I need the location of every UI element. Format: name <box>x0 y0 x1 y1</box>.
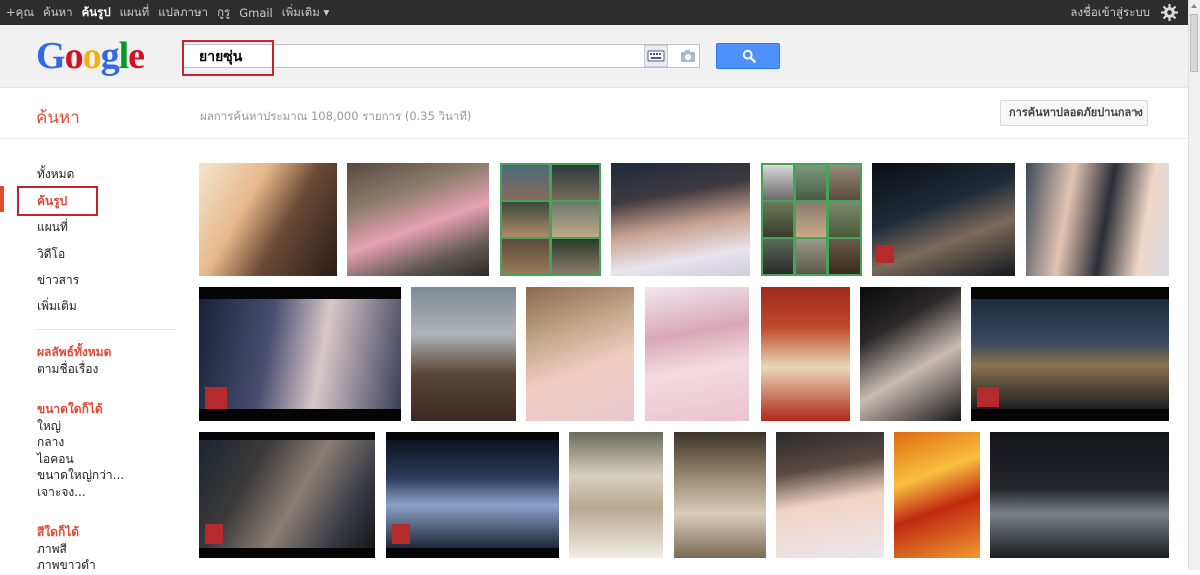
nav-images[interactable]: ค้นรูป <box>82 4 111 22</box>
image-result[interactable] <box>199 432 375 558</box>
logo-letter: g <box>100 35 120 77</box>
top-nav-links: +คุณ ค้นหา ค้นรูป แผนที่ แปลภาษา กูรู Gm… <box>6 0 338 25</box>
sidebar-item-images[interactable]: ค้นรูป <box>37 192 67 211</box>
sidebar-item-videos[interactable]: วิดีโอ <box>37 245 65 264</box>
logo-letter: o <box>82 35 102 77</box>
logo-letter: o <box>64 35 84 77</box>
image-result[interactable] <box>776 432 884 558</box>
image-result[interactable] <box>347 163 489 276</box>
search-button[interactable] <box>716 43 780 69</box>
image-result[interactable] <box>990 432 1169 558</box>
safe-search-dropdown[interactable]: การค้นหาปลอดภัยปานกลาง <box>1000 100 1148 126</box>
chevron-down-icon <box>1134 111 1140 115</box>
sidebar-divider <box>36 329 176 330</box>
search-icon <box>742 49 756 63</box>
image-result[interactable] <box>645 287 749 421</box>
camera-icon[interactable] <box>676 45 700 67</box>
nav-translate[interactable]: แปลภาษา <box>158 4 208 22</box>
image-result[interactable] <box>674 432 766 558</box>
nav-guru[interactable]: กูรู <box>217 4 230 22</box>
image-result[interactable] <box>971 287 1169 421</box>
nav-more[interactable]: เพิ่มเติม ▾ <box>282 4 330 22</box>
nav-gmail[interactable]: Gmail <box>239 6 273 20</box>
keyboard-icon[interactable] <box>644 45 668 67</box>
safe-search-label: การค้นหาปลอดภัยปานกลาง <box>1009 106 1143 119</box>
top-navigation-bar: +คุณ ค้นหา ค้นรูป แผนที่ แปลภาษา กูรู Gm… <box>0 0 1188 25</box>
results-bar: ค้นหา ผลการค้นหาประมาณ 108,000 รายการ (0… <box>0 88 1188 139</box>
image-result[interactable] <box>199 163 337 276</box>
result-stats: ผลการค้นหาประมาณ 108,000 รายการ (0.35 วิ… <box>200 109 472 123</box>
image-result[interactable] <box>872 163 1015 276</box>
logo-letter: G <box>36 35 66 77</box>
image-result[interactable] <box>611 163 750 276</box>
image-result[interactable] <box>526 287 634 421</box>
scrollbar-thumb[interactable] <box>1190 14 1198 72</box>
nav-search[interactable]: ค้นหา <box>43 4 73 22</box>
image-result[interactable] <box>1026 163 1169 276</box>
logo-letter: l <box>118 35 130 77</box>
active-item-marker <box>0 186 4 212</box>
google-logo[interactable]: Google <box>36 35 145 77</box>
sign-in-link[interactable]: ลงชื่อเข้าสู่ระบบ <box>1070 0 1150 25</box>
gear-icon[interactable] <box>1161 4 1178 21</box>
sidebar-item-all[interactable]: ทั้งหมด <box>37 165 74 184</box>
sidebar-item-more[interactable]: เพิ่มเติม <box>37 297 77 316</box>
image-result[interactable] <box>761 287 850 421</box>
nav-maps[interactable]: แผนที่ <box>120 4 150 22</box>
image-result[interactable] <box>199 287 401 421</box>
filter-size-exact[interactable]: เจาะจง... <box>37 483 86 502</box>
sidebar-item-maps[interactable]: แผนที่ <box>37 218 68 237</box>
sidebar-item-news[interactable]: ข่าวสาร <box>37 271 79 290</box>
filter-color-bw[interactable]: ภาพขาวดำ <box>37 556 96 575</box>
image-result[interactable] <box>386 432 559 558</box>
logo-letter: e <box>128 35 145 77</box>
image-result[interactable] <box>860 287 961 421</box>
image-result[interactable] <box>894 432 980 558</box>
vertical-scrollbar[interactable] <box>1188 0 1200 570</box>
highlight-query-box <box>182 40 274 76</box>
image-result[interactable] <box>761 163 862 276</box>
scroll-up-arrow-icon[interactable] <box>1191 4 1197 8</box>
filter-by-subject[interactable]: ตามชื่อเรื่อง <box>37 360 98 379</box>
search-header: Google <box>0 25 1188 88</box>
image-result[interactable] <box>500 163 601 276</box>
image-result[interactable] <box>411 287 516 421</box>
image-result[interactable] <box>569 432 663 558</box>
nav-plus-you[interactable]: +คุณ <box>6 4 34 22</box>
page-title: ค้นหา <box>36 108 80 128</box>
